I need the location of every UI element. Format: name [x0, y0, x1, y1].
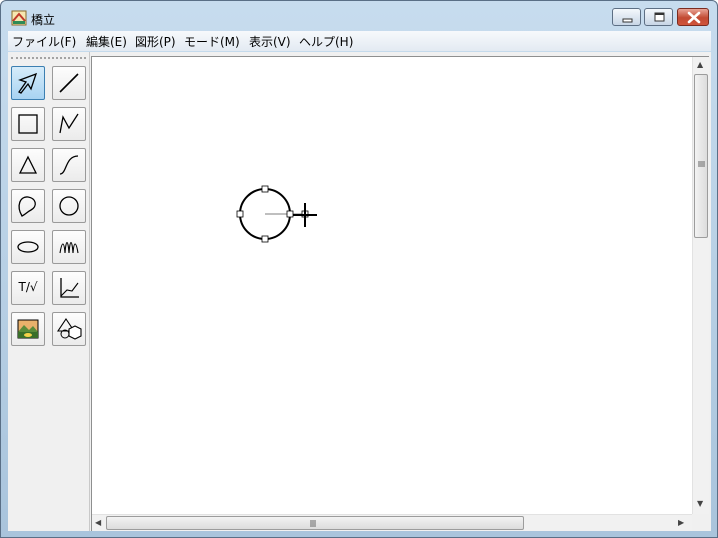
closed-curve-icon: [18, 196, 36, 217]
tool-polygon[interactable]: [11, 148, 45, 182]
tool-circle[interactable]: [52, 189, 86, 223]
client-area: T/√ ▲ ▼ ◀ ▶: [8, 52, 711, 531]
menu-view[interactable]: 表示(V): [249, 33, 291, 50]
app-window: 橋立 ファイル(F) 編集(E) 図形(P) モード(M) 表示(V) ヘルプ(…: [0, 0, 718, 538]
selection-handle[interactable]: [236, 210, 244, 218]
circle-icon: [59, 196, 79, 216]
scroll-right-arrow-icon[interactable]: ▶: [678, 519, 684, 527]
menu-bar: ファイル(F) 編集(E) 図形(P) モード(M) 表示(V) ヘルプ(H): [8, 31, 711, 51]
close-button[interactable]: [677, 8, 709, 26]
maximize-icon: [654, 12, 665, 22]
grip-lines-icon: [698, 161, 705, 167]
image-icon: [17, 319, 39, 339]
tool-closed-curve[interactable]: [11, 189, 45, 223]
tool-line[interactable]: [52, 66, 86, 100]
grip-lines-icon: [310, 520, 316, 527]
menu-edit[interactable]: 編集(E): [86, 33, 127, 50]
minimize-button[interactable]: [612, 8, 641, 26]
tool-curve[interactable]: [52, 148, 86, 182]
drawing-area: ▲ ▼ ◀ ▶: [91, 56, 709, 531]
freehand-icon: [59, 241, 79, 254]
selection-handle[interactable]: [286, 210, 294, 218]
vertical-scrollbar[interactable]: ▲ ▼: [692, 57, 709, 514]
polyline-icon: [59, 113, 79, 134]
scroll-left-arrow-icon[interactable]: ◀: [95, 519, 101, 527]
close-icon: [687, 11, 701, 24]
scrollbar-corner: [692, 514, 709, 531]
tool-text[interactable]: T/√: [11, 271, 45, 305]
title-bar[interactable]: 橋立: [1, 1, 717, 31]
polygon-icon: [18, 155, 38, 174]
minimize-icon: [622, 18, 633, 23]
tool-polyline[interactable]: [52, 107, 86, 141]
window-title: 橋立: [31, 13, 56, 27]
toolbox: T/√: [8, 52, 90, 531]
scroll-down-arrow-icon[interactable]: ▼: [697, 500, 703, 508]
selection-handle[interactable]: [261, 235, 269, 243]
tool-rectangle[interactable]: [11, 107, 45, 141]
tool-select[interactable]: [11, 66, 45, 100]
curve-icon: [59, 155, 79, 175]
toolbox-grip[interactable]: [11, 57, 86, 59]
drawing-canvas[interactable]: [92, 57, 692, 514]
select-arrow-icon: [18, 72, 38, 94]
menu-help[interactable]: ヘルプ(H): [299, 33, 353, 50]
selection-handle[interactable]: [261, 185, 269, 193]
scroll-up-arrow-icon[interactable]: ▲: [697, 61, 703, 69]
vertical-scroll-thumb[interactable]: [694, 74, 708, 238]
app-icon: [11, 10, 27, 26]
tool-freehand[interactable]: [52, 230, 86, 264]
maximize-button[interactable]: [644, 8, 673, 26]
graph-icon: [60, 278, 79, 298]
tool-image[interactable]: [11, 312, 45, 346]
rectangle-icon: [18, 114, 38, 134]
ellipse-icon: [17, 241, 39, 253]
tool-graph[interactable]: [52, 271, 86, 305]
line-icon: [59, 73, 79, 93]
tool-solid[interactable]: [52, 312, 86, 346]
tool-ellipse[interactable]: [11, 230, 45, 264]
menu-mode[interactable]: モード(M): [184, 33, 240, 50]
horizontal-scroll-thumb[interactable]: [106, 516, 524, 530]
horizontal-scrollbar[interactable]: ◀ ▶: [92, 514, 692, 531]
menu-shape[interactable]: 図形(P): [135, 33, 176, 50]
solid-shape-icon: [56, 318, 82, 340]
text-formula-icon: T/√: [18, 280, 38, 294]
menu-file[interactable]: ファイル(F): [12, 33, 76, 50]
crosshair-cursor: [293, 203, 317, 227]
